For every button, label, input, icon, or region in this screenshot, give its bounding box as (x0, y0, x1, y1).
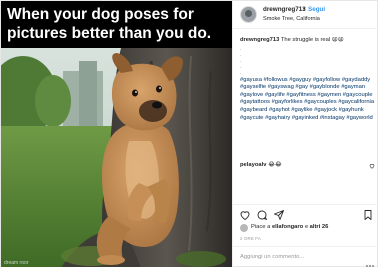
meme-caption-line-1: When your dog poses for (7, 6, 194, 23)
caption: drewngreg713 The struggle is real 😩😩 (240, 37, 376, 45)
add-comment-row (233, 246, 378, 267)
caption-text: The struggle is real 😩😩 (280, 37, 344, 43)
likes-text[interactable]: Piace a ellafongaro e altri 26 (251, 224, 328, 230)
comment-like-heart-icon[interactable] (369, 163, 375, 169)
share-icon[interactable] (273, 209, 285, 221)
instagram-post: When your dog poses for pictures better … (0, 0, 378, 267)
meme-caption-bar: When your dog poses for pictures better … (1, 1, 232, 48)
action-bar (233, 204, 378, 224)
caption-hashtags[interactable]: #gayusa #followus #gayguy #gayfollow #ga… (240, 77, 376, 123)
liker-avatar[interactable] (240, 224, 248, 232)
comment-text: 😂😂 (268, 162, 282, 168)
header-separator: • (303, 6, 306, 13)
photo-credit: dream roor (4, 260, 29, 266)
comment-username[interactable]: pelayoalv (240, 162, 266, 168)
post-photo[interactable]: When your dog poses for pictures better … (1, 1, 232, 267)
post-timestamp: 2 ORE FA (240, 236, 261, 241)
more-icon[interactable] (366, 255, 374, 267)
bookmark-icon[interactable] (362, 209, 374, 221)
caption-username[interactable]: drewngreg713 (240, 37, 279, 43)
likes-row: Piace a ellafongaro e altri 26 (233, 224, 378, 234)
add-comment-input[interactable] (240, 254, 350, 260)
location-link[interactable]: Smoke Tree, California (263, 16, 320, 22)
meme-caption-line-2: pictures better than you do. (7, 25, 212, 42)
post-header: drewngreg713 • Segui Smoke Tree, Califor… (233, 1, 378, 29)
likes-user[interactable]: ellafongaro (272, 224, 303, 230)
caption-dots: . . . . . (240, 46, 376, 77)
avatar[interactable] (240, 6, 257, 23)
likes-others[interactable]: altri 26 (310, 224, 329, 230)
follow-button[interactable]: Segui (308, 6, 325, 13)
likes-prefix: Piace a (251, 224, 272, 230)
comment-icon[interactable] (256, 209, 268, 221)
header-username[interactable]: drewngreg713 (263, 6, 306, 13)
post-side-panel: drewngreg713 • Segui Smoke Tree, Califor… (232, 1, 378, 267)
comment-item: pelayoalv 😂😂 (240, 162, 376, 170)
comments-area: drewngreg713 The struggle is real 😩😩 . .… (240, 37, 376, 205)
heart-icon[interactable] (239, 209, 251, 221)
